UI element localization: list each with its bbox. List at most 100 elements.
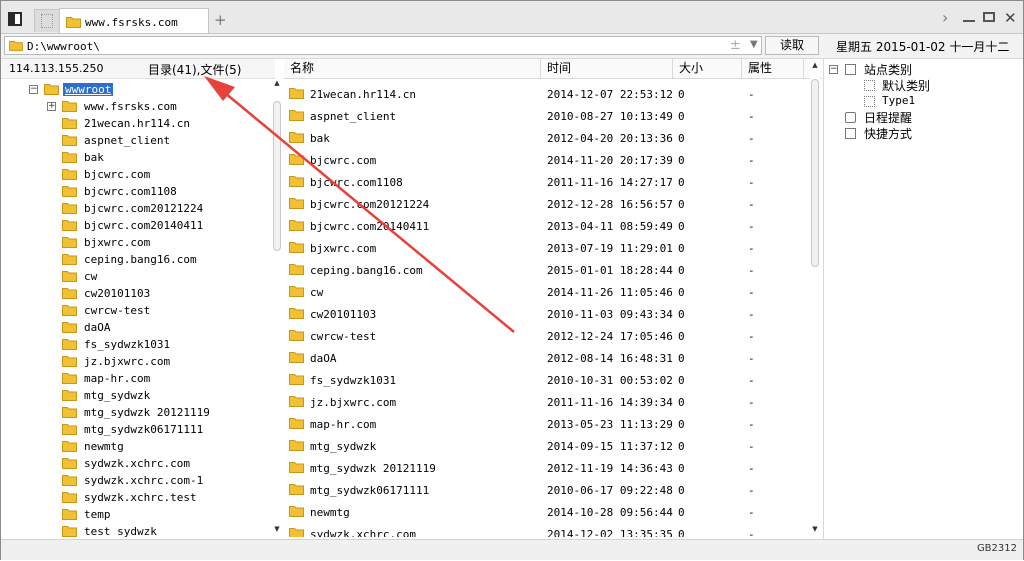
file-row[interactable]: bjcwrc.com1108 2011-11-16 14:27:17 0 - — [284, 169, 808, 191]
tree-item-label: aspnet_client — [84, 134, 171, 147]
file-list[interactable]: 21wecan.hr114.cn 2014-12-07 22:53:12 0- asp… — [284, 79, 808, 537]
folder-icon — [289, 110, 304, 121]
folder-icon — [289, 418, 304, 429]
tree-item-label: sydwzk.xchrc.com — [84, 457, 190, 470]
tree-scroll-thumb[interactable] — [273, 101, 281, 251]
folder-icon — [9, 40, 23, 51]
collapse-icon[interactable]: − — [829, 65, 838, 74]
maximize-icon[interactable] — [983, 12, 995, 22]
file-time: 2012-04-20 20:13:36 — [547, 132, 673, 145]
scroll-down-icon[interactable]: ▼ — [810, 525, 820, 533]
file-row[interactable]: bjcwrc.com 2014-11-20 20:17:39 0 - — [284, 147, 808, 169]
type1-category[interactable]: Type1 — [882, 94, 915, 107]
read-button[interactable]: 读取 — [765, 36, 819, 55]
file-size: 0 — [678, 264, 685, 277]
tree-item-label: cwrcw-test — [84, 304, 151, 317]
site-category[interactable]: 站点类别 — [864, 61, 912, 78]
scroll-down-icon[interactable]: ▼ — [272, 525, 282, 533]
new-tab-icon[interactable]: + — [214, 11, 227, 29]
tab-active[interactable]: www.fsrsks.com — [59, 8, 209, 33]
file-name: mtg_sydwzk06171111 — [310, 484, 430, 497]
file-size: 0 — [678, 396, 685, 409]
column-attr[interactable]: 属性 — [742, 59, 804, 78]
scroll-up-icon[interactable]: ▲ — [272, 79, 282, 87]
file-list-scrollbar[interactable]: ▲ ▼ — [810, 59, 820, 537]
file-row[interactable]: cwrcw-test 2012-12-24 17:05:46 0 - — [284, 323, 808, 345]
file-name: mtg_sydwzk — [310, 440, 377, 453]
file-size: 0 — [678, 418, 685, 431]
file-time: 2014-12-07 22:53:12 — [547, 88, 673, 101]
scroll-up-icon[interactable]: ▲ — [810, 61, 820, 69]
file-row[interactable]: cw20101103 2010-11-03 09:43:34 0 - — [284, 301, 808, 323]
file-list-header: 名称 时间 大小 属性 — [284, 59, 822, 79]
file-row[interactable]: bjcwrc.com20140411 2013-04-11 08:59:49 0 - — [284, 213, 808, 235]
folder-icon — [62, 271, 77, 282]
address-field[interactable]: D:\wwwroot\ ± ▼ — [4, 36, 762, 55]
panel-toggle-icon[interactable] — [8, 12, 22, 26]
file-row[interactable]: aspnet_client 2010-08-27 10:13:49 0 - — [284, 103, 808, 125]
folder-icon — [62, 509, 77, 520]
folder-tree[interactable]: − wwwroot + www.fsrsks.com 21wecan.hr114.cn a… — [1, 79, 272, 537]
file-row[interactable]: bjcwrc.com20121224 2012-12-28 16:56:57 0 - — [284, 191, 808, 213]
tree-item-label: bak — [84, 151, 104, 164]
file-size: 0 — [678, 440, 685, 453]
folder-icon — [289, 132, 304, 143]
file-row[interactable]: sydwzk.xchrc.com 2014-12-02 13:35:35 0 - — [284, 521, 808, 537]
file-size: 0 — [678, 198, 685, 211]
file-row[interactable]: ceping.bang16.com 2015-01-01 18:28:44 0 - — [284, 257, 808, 279]
file-row[interactable]: daOA 2012-08-14 16:48:31 0 - — [284, 345, 808, 367]
folder-icon — [62, 390, 77, 401]
close-icon[interactable]: ✕ — [1004, 9, 1017, 27]
column-size[interactable]: 大小 — [673, 59, 742, 78]
file-row[interactable]: newmtg 2014-10-28 09:56:44 0 - — [284, 499, 808, 521]
tree-scrollbar[interactable]: ▲ ▼ — [272, 79, 282, 537]
file-row[interactable]: mtg_sydwzk 2014-09-15 11:37:12 0 - — [284, 433, 808, 455]
tree-item-label: temp — [84, 508, 111, 521]
default-category[interactable]: 默认类别 — [882, 77, 930, 94]
folder-icon — [62, 288, 77, 299]
file-row[interactable]: bak 2012-04-20 20:13:36 0 - — [284, 125, 808, 147]
file-row[interactable]: 21wecan.hr114.cn 2014-12-07 22:53:12 0 - — [284, 81, 808, 103]
add-bookmark-icon[interactable]: ± — [730, 38, 741, 53]
file-row[interactable]: mtg_sydwzk06171111 2010-06-17 09:22:48 0 - — [284, 477, 808, 499]
folder-icon — [289, 396, 304, 407]
tab-title: www.fsrsks.com — [85, 16, 178, 29]
expand-icon[interactable]: + — [47, 102, 56, 111]
file-row[interactable]: mtg_sydwzk 20121119 2012-11-19 14:36:43 0 - — [284, 455, 808, 477]
schedule-reminder[interactable]: 日程提醒 — [864, 109, 912, 126]
date-display: 星期五 2015-01-02 十一月十二 — [836, 40, 1010, 54]
blank-tab[interactable] — [34, 9, 60, 32]
tree-item-label: bjxwrc.com — [84, 236, 151, 249]
tree-item-label: cw — [84, 270, 98, 283]
folder-icon — [289, 374, 304, 385]
chevron-down-icon[interactable]: ▼ — [750, 39, 758, 50]
file-row[interactable]: cw 2014-11-26 11:05:46 0 - — [284, 279, 808, 301]
file-row[interactable]: jz.bjxwrc.com 2011-11-16 14:39:34 0 - — [284, 389, 808, 411]
tree-item-label: jz.bjxwrc.com — [84, 355, 171, 368]
file-row[interactable]: bjxwrc.com 2013-07-19 11:29:01 0 - — [284, 235, 808, 257]
shortcuts[interactable]: 快捷方式 — [864, 125, 912, 142]
file-attr: - — [748, 88, 755, 101]
column-time[interactable]: 时间 — [541, 59, 673, 78]
folder-icon — [62, 407, 77, 418]
collapse-icon[interactable]: − — [29, 85, 38, 94]
chevron-right-icon[interactable]: › — [942, 8, 948, 27]
file-row[interactable]: map-hr.com 2013-05-23 11:13:29 0 - — [284, 411, 808, 433]
file-name: newmtg — [310, 506, 350, 519]
tree-item-label: bjcwrc.com — [84, 168, 151, 181]
app-window: www.fsrsks.com + › ✕ D:\wwwroot\ ± ▼ 读取 … — [0, 0, 1024, 560]
minimize-icon[interactable] — [963, 20, 975, 22]
file-time: 2010-10-31 00:53:02 — [547, 374, 673, 387]
file-time: 2013-05-23 11:13:29 — [547, 418, 673, 431]
file-time: 2012-12-28 16:56:57 — [547, 198, 673, 211]
folder-icon — [62, 526, 77, 537]
file-name: daOA — [310, 352, 337, 365]
file-attr: - — [748, 198, 755, 211]
file-row[interactable]: fs_sydwzk1031 2010-10-31 00:53:02 0 - — [284, 367, 808, 389]
file-scroll-thumb[interactable] — [811, 79, 819, 267]
file-attr: - — [748, 484, 755, 497]
column-name[interactable]: 名称 — [284, 59, 541, 78]
tree-item-label: sydwzk.xchrc.test — [84, 491, 197, 504]
file-time: 2012-08-14 16:48:31 — [547, 352, 673, 365]
file-attr: - — [748, 528, 755, 537]
